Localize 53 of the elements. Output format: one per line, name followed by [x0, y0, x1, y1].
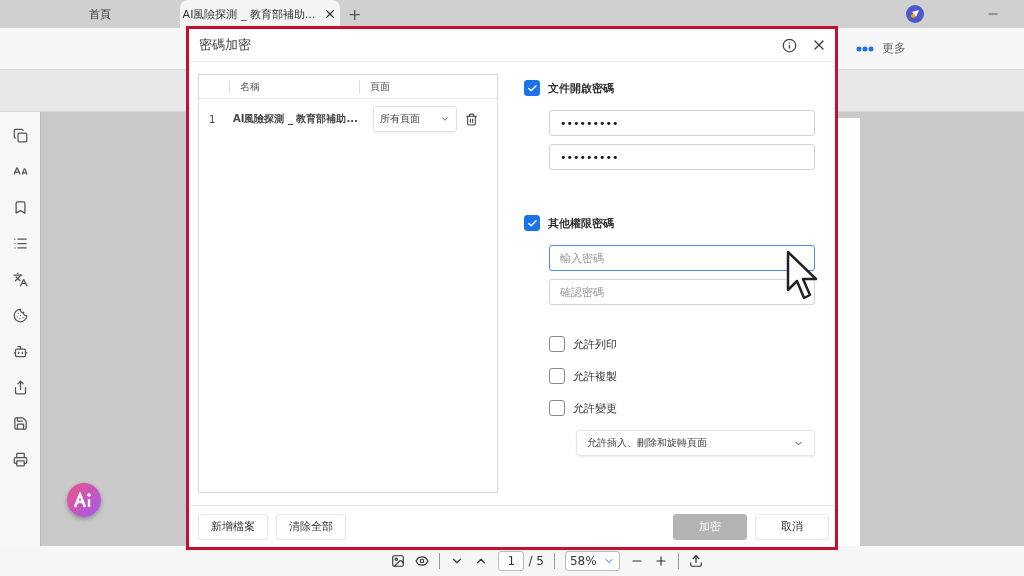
avatar-icon[interactable]: [906, 5, 924, 23]
row-index: 1: [208, 113, 217, 125]
checkbox-label: 文件開啟密碼: [548, 80, 614, 96]
checkbox-label: 其他權限密碼: [548, 215, 614, 231]
password-field[interactable]: 輸入密碼: [549, 245, 815, 271]
cancel-button[interactable]: 取消: [755, 513, 829, 540]
checkbox-label: 允許變更: [573, 400, 617, 416]
confirm-password-field[interactable]: 確認密碼: [549, 279, 815, 305]
list-icon[interactable]: [12, 236, 28, 251]
page-number-field[interactable]: 1: [498, 551, 525, 571]
ai-button[interactable]: [67, 483, 101, 517]
dialog-title: 密碼加密: [199, 36, 252, 54]
confirm-password-field[interactable]: •••••••••: [549, 144, 815, 170]
trash-icon[interactable]: [465, 112, 478, 126]
more-icon[interactable]: [856, 45, 874, 52]
checkbox[interactable]: [549, 400, 565, 416]
zoom-in-icon[interactable]: [653, 554, 668, 568]
upload-icon[interactable]: [688, 554, 703, 568]
checkbox-label: 允許複製: [573, 368, 617, 384]
info-icon[interactable]: [782, 37, 797, 53]
pages-select[interactable]: 所有頁面: [373, 106, 457, 132]
clear-all-button[interactable]: 清除全部: [276, 513, 346, 540]
add-file-button[interactable]: 新增檔案: [198, 513, 268, 540]
save-icon[interactable]: [12, 416, 28, 431]
checkbox[interactable]: [549, 368, 565, 384]
print-icon[interactable]: [12, 452, 28, 467]
robot-icon[interactable]: [12, 344, 28, 359]
tab-label: 首頁: [89, 6, 111, 22]
check-icon: [526, 82, 538, 94]
page-total: / 5: [528, 554, 544, 568]
image-icon[interactable]: [391, 554, 406, 568]
browser-tab[interactable]: AI風險探測 _ 教育部補助...: [180, 0, 340, 28]
file-name: AI風險探測 _ 教育部補助...: [232, 112, 359, 126]
checkbox-label: 允許列印: [573, 336, 617, 352]
new-tab-button[interactable]: +: [348, 4, 362, 24]
password-field[interactable]: •••••••••: [549, 110, 815, 136]
change-option-select[interactable]: 允許插入、刪除和旋轉頁面: [576, 430, 815, 456]
column-header: 頁面: [359, 79, 497, 94]
checkbox[interactable]: [524, 80, 540, 96]
checkbox[interactable]: [524, 215, 540, 231]
translate-icon[interactable]: [12, 272, 28, 287]
more-label[interactable]: 更多: [882, 40, 906, 57]
share-icon[interactable]: [12, 380, 28, 395]
pages-icon[interactable]: [12, 128, 28, 143]
tab-label: AI風險探測 _ 教育部補助...: [182, 6, 316, 22]
check-icon: [526, 217, 538, 229]
browser-tab[interactable]: 首頁: [20, 0, 180, 28]
column-header: 名稱: [229, 79, 359, 94]
bookmark-icon[interactable]: [12, 200, 28, 215]
chevron-down-icon: [440, 114, 450, 124]
eye-icon[interactable]: [415, 554, 430, 568]
checkbox[interactable]: [549, 336, 565, 352]
zoom-select[interactable]: 58%: [564, 551, 620, 571]
